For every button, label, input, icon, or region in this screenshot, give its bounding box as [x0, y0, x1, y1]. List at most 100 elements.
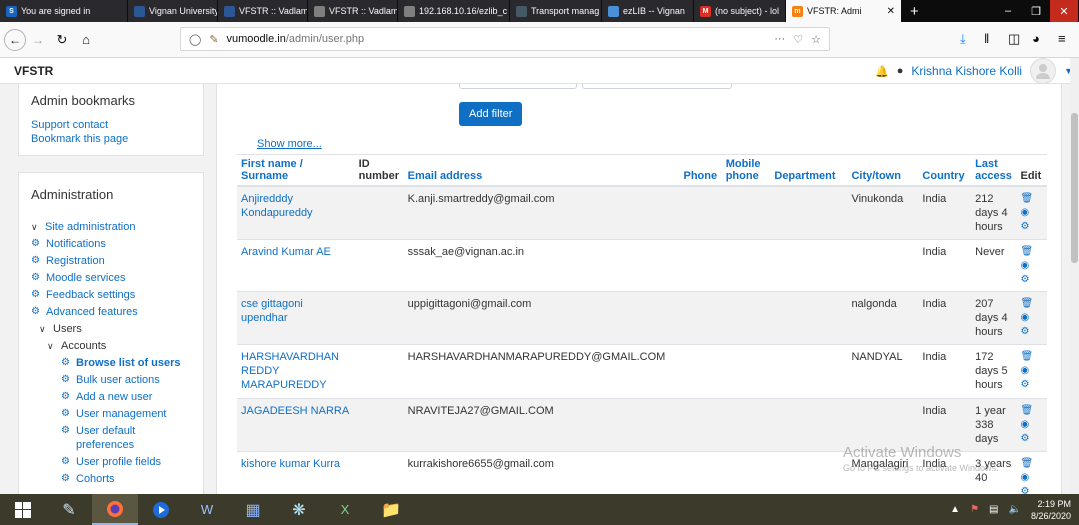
- admin-nav-item[interactable]: ⚙ Browse list of users: [31, 356, 191, 370]
- col-email[interactable]: Email address: [403, 154, 680, 187]
- delete-icon[interactable]: 🗑: [1021, 404, 1044, 417]
- avatar[interactable]: [1030, 58, 1057, 84]
- firefox-app-icon[interactable]: [92, 494, 138, 525]
- user-name-link[interactable]: cse gittagoni upendhar: [237, 291, 355, 345]
- reload-icon[interactable]: ↻: [50, 28, 74, 52]
- admin-nav-item[interactable]: ∨ Accounts: [31, 339, 191, 353]
- admin-nav-item[interactable]: ⚙ Moodle services: [31, 271, 191, 285]
- admin-nav-item[interactable]: ⚙ Feedback settings: [31, 288, 191, 302]
- maximize-icon[interactable]: ❐: [1022, 0, 1050, 22]
- col-id-number[interactable]: ID number: [354, 154, 404, 187]
- gear-icon[interactable]: ⚙: [1021, 432, 1044, 445]
- col-department[interactable]: Department: [770, 154, 848, 187]
- gear-icon[interactable]: ⚙: [1021, 378, 1044, 391]
- admin-nav-item[interactable]: ⚙ User management: [31, 407, 191, 421]
- admin-nav-item[interactable]: ∨ Users: [31, 322, 191, 336]
- volume-icon[interactable]: 🔈: [1009, 504, 1021, 515]
- browser-tab[interactable]: VFSTR :: Vadlamudi: [218, 0, 308, 22]
- start-icon[interactable]: [0, 494, 46, 525]
- browser-tab[interactable]: M (no subject) - lol: [694, 0, 786, 22]
- gear-icon[interactable]: ⚙: [1021, 273, 1044, 286]
- media-app-icon[interactable]: [138, 494, 184, 525]
- admin-nav-item[interactable]: ⚙ Registration: [31, 254, 191, 268]
- excel-app-icon[interactable]: X: [322, 494, 368, 525]
- gear-icon[interactable]: ⚙: [1021, 220, 1044, 233]
- admin-nav-item[interactable]: ⚙ Notifications: [31, 237, 191, 251]
- gear-icon[interactable]: ⚙: [1021, 325, 1044, 338]
- messages-icon[interactable]: ●: [897, 65, 904, 77]
- user-name-link[interactable]: Aravind Kumar AE: [237, 239, 355, 292]
- bookmark-this-page-link[interactable]: Bookmark this page: [31, 132, 191, 146]
- browser-tab[interactable]: ezLIB -- Vignan: [602, 0, 694, 22]
- file-explorer-icon[interactable]: 📁: [368, 494, 414, 525]
- user-name-link[interactable]: JAGADEESH NARRA: [237, 398, 355, 452]
- bookmark-star-icon[interactable]: ☆: [811, 33, 821, 46]
- eye-icon[interactable]: ◉: [1021, 418, 1044, 431]
- browser-tab[interactable]: VFSTR :: Vadlamu: [308, 0, 398, 22]
- tray-chevron-icon[interactable]: ▲: [950, 504, 960, 515]
- admin-nav-item[interactable]: ⚙ User default preferences: [31, 424, 191, 452]
- admin-nav-item[interactable]: ⚙ User profile fields: [31, 455, 191, 469]
- col-country[interactable]: Country: [918, 154, 972, 187]
- delete-icon[interactable]: 🗑: [1021, 192, 1044, 205]
- delete-icon[interactable]: 🗑: [1021, 457, 1044, 470]
- eye-icon[interactable]: ◉: [1021, 471, 1044, 484]
- menu-icon[interactable]: ≡: [1058, 31, 1066, 46]
- delete-icon[interactable]: 🗑: [1021, 350, 1044, 363]
- browser-tab[interactable]: S You are signed in: [0, 0, 128, 22]
- eye-icon[interactable]: ◉: [1021, 206, 1044, 219]
- forward-icon[interactable]: →: [26, 28, 50, 52]
- eye-icon[interactable]: ◉: [1021, 259, 1044, 272]
- eye-icon[interactable]: ◉: [1021, 311, 1044, 324]
- download-icon[interactable]: ⤓: [960, 31, 966, 47]
- address-bar[interactable]: ◯ ✎ vumoodle.in/admin/user.php ··· ♡ ☆: [180, 27, 830, 51]
- word-app-icon[interactable]: W: [184, 494, 230, 525]
- user-name-link[interactable]: kishore kumar Kurra: [237, 451, 355, 494]
- show-more-link[interactable]: Show more...: [257, 138, 322, 150]
- add-filter-button[interactable]: Add filter: [459, 102, 523, 126]
- scrollbar-thumb[interactable]: [1071, 113, 1078, 263]
- browser-tab[interactable]: m VFSTR: Admi ✕: [786, 0, 902, 22]
- filter-value-field[interactable]: [582, 84, 732, 89]
- browser-tab[interactable]: Transport manag: [510, 0, 602, 22]
- delete-icon[interactable]: 🗑: [1021, 245, 1044, 258]
- delete-icon[interactable]: 🗑: [1021, 297, 1044, 310]
- user-name[interactable]: Krishna Kishore Kolli: [911, 64, 1022, 78]
- col-last-access[interactable]: Last access: [971, 154, 1017, 187]
- gear-icon[interactable]: ⚙: [1021, 485, 1044, 494]
- minimize-icon[interactable]: –: [994, 0, 1022, 22]
- extension-icon[interactable]: ◕: [1032, 31, 1040, 46]
- pocket-icon[interactable]: ♡: [793, 33, 803, 46]
- admin-nav-item[interactable]: ⚙ Bulk user actions: [31, 373, 191, 387]
- browser-tab[interactable]: Vignan University::Va: [128, 0, 218, 22]
- eye-icon[interactable]: ◉: [1021, 364, 1044, 377]
- admin-nav-item[interactable]: ⚙ Advanced features: [31, 305, 191, 319]
- site-brand[interactable]: VFSTR: [14, 64, 53, 78]
- page-actions-icon[interactable]: ···: [774, 33, 785, 45]
- close-window-icon[interactable]: ✕: [1050, 0, 1078, 22]
- support-contact-link[interactable]: Support contact: [31, 118, 191, 132]
- tray-network-icon[interactable]: ▤: [989, 504, 998, 515]
- clock[interactable]: 2:19 PM 8/26/2020: [1031, 498, 1071, 522]
- filter-field[interactable]: [459, 84, 577, 89]
- col-mobile-phone[interactable]: Mobile phone: [721, 154, 771, 187]
- tray-flag-icon[interactable]: ⚑: [970, 504, 979, 515]
- user-name-link[interactable]: Anjiredddy Kondapureddy: [237, 185, 355, 240]
- paint3d-app-icon[interactable]: ❋: [276, 494, 322, 525]
- sidebar-icon[interactable]: ◫: [1008, 31, 1020, 47]
- new-tab-icon[interactable]: +: [902, 0, 927, 22]
- user-name-link[interactable]: HARSHAVARDHAN REDDY MARAPUREDDY: [237, 344, 355, 399]
- col-name[interactable]: First name / Surname: [237, 154, 355, 187]
- col-phone[interactable]: Phone: [679, 154, 722, 187]
- tab-close-icon[interactable]: ✕: [887, 6, 895, 17]
- paint-app-icon[interactable]: ✎: [46, 494, 92, 525]
- notifications-bell-icon[interactable]: 🔔: [875, 65, 889, 78]
- home-icon[interactable]: ⌂: [74, 28, 98, 52]
- back-icon[interactable]: ←: [4, 28, 26, 51]
- browser-tab[interactable]: 192.168.10.16/ezlib_c: [398, 0, 510, 22]
- admin-nav-item[interactable]: ∨ Site administration: [31, 220, 191, 234]
- col-city[interactable]: City/town: [847, 154, 919, 187]
- admin-nav-item[interactable]: ⚙ Add a new user: [31, 390, 191, 404]
- library-icon[interactable]: ‖: [984, 31, 989, 46]
- network-app-icon[interactable]: ▦: [230, 494, 276, 525]
